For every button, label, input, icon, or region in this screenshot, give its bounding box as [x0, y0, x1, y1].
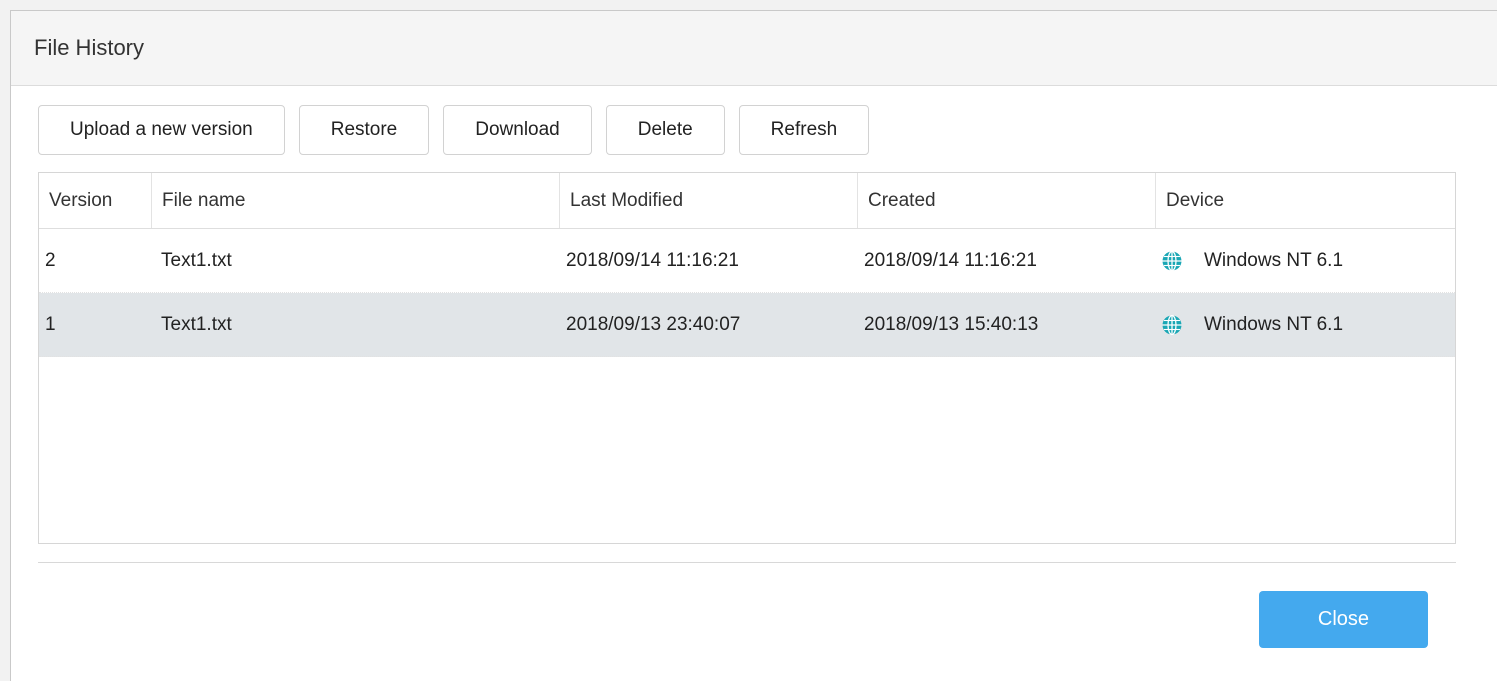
upload-new-version-button[interactable]: Upload a new version [38, 105, 285, 155]
cell-created: 2018/09/13 15:40:13 [864, 313, 1039, 335]
globe-icon [1162, 250, 1182, 271]
delete-button[interactable]: Delete [605, 105, 725, 155]
table-header: Version File name Last Modified Created … [39, 173, 1455, 229]
cell-version: 1 [45, 313, 56, 335]
device-name: Windows NT 6.1 [1204, 249, 1344, 271]
cell-file-name: Text1.txt [161, 313, 232, 335]
device-name: Windows NT 6.1 [1204, 313, 1344, 335]
cell-last-modified: 2018/09/13 23:40:07 [566, 313, 741, 335]
cell-created: 2018/09/14 11:16:21 [864, 249, 1037, 271]
cell-last-modified: 2018/09/14 11:16:21 [566, 249, 739, 271]
toolbar: Upload a new version Restore Download De… [38, 105, 870, 155]
column-header-version[interactable]: Version [39, 173, 152, 228]
cell-file-name: Text1.txt [161, 249, 232, 271]
restore-button[interactable]: Restore [298, 105, 430, 155]
refresh-button[interactable]: Refresh [738, 105, 870, 155]
version-table: Version File name Last Modified Created … [38, 172, 1456, 544]
column-header-last-modified[interactable]: Last Modified [560, 173, 858, 228]
globe-icon [1162, 314, 1182, 335]
column-header-created[interactable]: Created [858, 173, 1156, 228]
dialog-title: File History [34, 35, 145, 60]
close-button[interactable]: Close [1259, 591, 1428, 648]
column-header-device[interactable]: Device [1156, 173, 1455, 228]
footer-divider [38, 562, 1456, 563]
column-header-file-name[interactable]: File name [152, 173, 560, 228]
download-button[interactable]: Download [443, 105, 592, 155]
cell-device: Windows NT 6.1 [1156, 293, 1455, 356]
dialog-titlebar: File History [11, 11, 1497, 86]
cell-device: Windows NT 6.1 [1156, 229, 1455, 292]
cell-version: 2 [45, 249, 56, 271]
table-row[interactable]: 2 Text1.txt 2018/09/14 11:16:21 2018/09/… [39, 229, 1455, 293]
table-row[interactable]: 1 Text1.txt 2018/09/13 23:40:07 2018/09/… [39, 293, 1455, 357]
